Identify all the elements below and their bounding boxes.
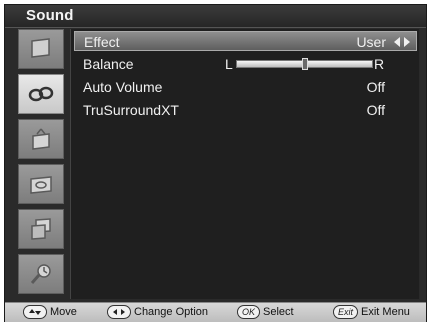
- input-icon: [31, 218, 51, 240]
- hint-move-label: Move: [50, 306, 77, 318]
- sidebar-item-picture[interactable]: [18, 29, 64, 69]
- button-guide-bar: Move Change Option OK Select Exit Exit M…: [5, 302, 426, 322]
- ok-key-icon: OK: [237, 305, 261, 319]
- sound-icon: [28, 86, 54, 102]
- sidebar-item-application[interactable]: [18, 254, 64, 294]
- hint-change-option-label: Change Option: [134, 306, 208, 318]
- application-icon: [30, 264, 51, 284]
- trusurround-value: Off: [366, 102, 385, 118]
- exit-key-icon: Exit: [333, 305, 359, 319]
- setup-icon: [30, 176, 52, 194]
- balance-row[interactable]: Balance L R: [74, 54, 417, 74]
- osd-menu-window: Sound Effect User Balance L R Auto Volum…: [4, 4, 427, 322]
- auto-volume-value: Off: [366, 79, 385, 95]
- up-down-key-icon: [23, 305, 47, 319]
- hint-select: OK Select: [237, 305, 294, 319]
- effect-value: User: [356, 34, 386, 50]
- effect-label: Effect: [84, 34, 120, 50]
- title-bar: Sound: [5, 5, 426, 28]
- hint-select-label: Select: [263, 306, 294, 318]
- balance-right-label: R: [374, 56, 385, 72]
- balance-slider-thumb[interactable]: [302, 58, 308, 70]
- auto-volume-row[interactable]: Auto Volume Off: [74, 77, 417, 97]
- picture-icon: [31, 38, 50, 58]
- balance-left-label: L: [225, 56, 233, 72]
- sidebar-item-sound[interactable]: [18, 74, 64, 114]
- sidebar-item-channel[interactable]: [18, 119, 64, 159]
- channel-icon: [32, 128, 50, 150]
- sound-settings-panel: Effect User Balance L R Auto Volume Off …: [70, 29, 419, 299]
- sidebar-item-input[interactable]: [18, 209, 64, 249]
- hint-change-option: Change Option: [107, 305, 208, 319]
- category-sidebar: [14, 29, 70, 301]
- balance-slider[interactable]: [236, 58, 373, 70]
- effect-row[interactable]: Effect User: [74, 31, 417, 51]
- auto-volume-label: Auto Volume: [83, 79, 163, 95]
- hint-move: Move: [23, 305, 77, 319]
- menu-title: Sound: [26, 7, 74, 24]
- hint-exit-label: Exit Menu: [361, 306, 410, 318]
- hint-exit: Exit Exit Menu: [333, 305, 410, 319]
- trusurround-label: TruSurroundXT: [83, 102, 179, 118]
- sidebar-item-setup[interactable]: [18, 164, 64, 204]
- left-right-arrows-icon[interactable]: [394, 37, 410, 47]
- left-right-key-icon: [107, 305, 131, 319]
- balance-label: Balance: [83, 56, 134, 72]
- trusurround-row[interactable]: TruSurroundXT Off: [74, 100, 417, 120]
